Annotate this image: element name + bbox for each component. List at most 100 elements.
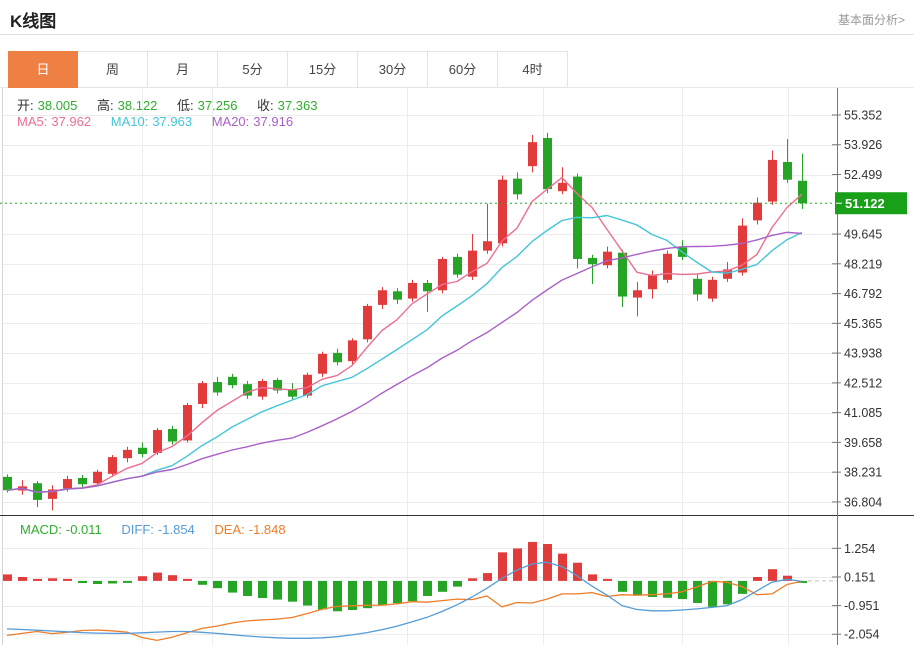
candle[interactable] (348, 340, 357, 361)
ma20-value: 37.916 (253, 114, 293, 129)
page-title: K线图 (10, 7, 56, 32)
candle[interactable] (78, 478, 87, 484)
candle[interactable] (513, 179, 522, 195)
candle[interactable] (63, 479, 72, 488)
axis-tick-label: 0.151 (844, 570, 875, 584)
tab-60min[interactable]: 60分 (428, 51, 498, 88)
axis-tick-label: 42.512 (844, 376, 882, 390)
candle[interactable] (123, 450, 132, 458)
macd-bar (588, 574, 597, 580)
axis-tick-label: 49.645 (844, 228, 882, 242)
macd-bar (33, 579, 42, 581)
macd-bar (663, 581, 672, 598)
candle[interactable] (3, 477, 12, 490)
macd-bar (303, 581, 312, 606)
candle[interactable] (783, 162, 792, 180)
fundamental-analysis-link[interactable]: 基本面分析> (838, 11, 905, 28)
tab-30min[interactable]: 30分 (358, 51, 428, 88)
candle[interactable] (453, 257, 462, 275)
macd-bar (363, 581, 372, 608)
candle[interactable] (588, 258, 597, 264)
axis-tick-label: 46.792 (844, 287, 882, 301)
candle[interactable] (363, 306, 372, 339)
macd-bar (63, 579, 72, 581)
candle[interactable] (408, 283, 417, 299)
macd-bar (723, 581, 732, 604)
axis-tick-label: 1.254 (844, 542, 875, 556)
candle[interactable] (558, 183, 567, 191)
candle[interactable] (483, 241, 492, 250)
axis-tick-label: 38.231 (844, 466, 882, 480)
macd-bar (318, 581, 327, 610)
close-label: 收: (257, 98, 274, 113)
axis-tick-label: 43.938 (844, 347, 882, 361)
tab-15min[interactable]: 15分 (288, 51, 358, 88)
candle[interactable] (798, 181, 807, 203)
axis-tick-label: 45.365 (844, 317, 882, 331)
candle[interactable] (378, 290, 387, 305)
macd-bar (633, 581, 642, 595)
axis-tick-label: 55.352 (844, 109, 882, 123)
candle[interactable] (333, 353, 342, 362)
candle[interactable] (93, 472, 102, 483)
macd-bar (438, 581, 447, 592)
ma-legend: MA5:37.962 MA10:37.963 MA20:37.916 (17, 114, 297, 129)
candle[interactable] (648, 275, 657, 290)
tab-week[interactable]: 周 (78, 51, 148, 88)
diff-value: -1.854 (158, 522, 195, 537)
candle[interactable] (228, 377, 237, 385)
macd-bar (48, 578, 57, 581)
candle[interactable] (138, 448, 147, 454)
axis-tick-label: 52.499 (844, 168, 882, 182)
candle[interactable] (198, 383, 207, 404)
candle[interactable] (153, 430, 162, 453)
macd-bar (153, 573, 162, 581)
macd-bar (18, 577, 27, 581)
macd-bar (78, 581, 87, 583)
candle[interactable] (393, 291, 402, 299)
macd-bar (258, 581, 267, 598)
dea-label: DEA: (214, 522, 244, 537)
kline-chart-area[interactable]: 55.35253.92652.49949.64548.21946.79245.3… (0, 88, 914, 645)
candle[interactable] (753, 203, 762, 221)
candle[interactable] (498, 180, 507, 244)
macd-bar (693, 581, 702, 603)
axis-tick-label: 36.804 (844, 495, 882, 509)
macd-legend: MACD:-0.011 DIFF:-1.854 DEA:-1.848 (20, 522, 290, 537)
axis-tick-label: -2.054 (844, 628, 879, 642)
macd-bar (768, 569, 777, 581)
macd-bar (108, 581, 117, 584)
high-label: 高: (97, 98, 114, 113)
low-value: 37.256 (198, 98, 238, 113)
ma10-label: MA10: (111, 114, 149, 129)
candle[interactable] (543, 138, 552, 189)
tab-month[interactable]: 月 (148, 51, 218, 88)
candle[interactable] (213, 382, 222, 392)
tab-5min[interactable]: 5分 (218, 51, 288, 88)
macd-bar (468, 578, 477, 581)
macd-bar (423, 581, 432, 596)
high-value: 38.122 (118, 98, 158, 113)
page-header: K线图 基本面分析> (0, 0, 914, 35)
candle[interactable] (693, 279, 702, 295)
candle[interactable] (618, 253, 627, 297)
kline-chart-canvas[interactable]: 55.35253.92652.49949.64548.21946.79245.3… (0, 88, 914, 645)
tab-day[interactable]: 日 (8, 51, 78, 88)
macd-bar (198, 581, 207, 585)
candle[interactable] (288, 389, 297, 396)
candle[interactable] (168, 429, 177, 442)
candle[interactable] (708, 280, 717, 299)
candle[interactable] (528, 142, 537, 166)
candle[interactable] (423, 283, 432, 291)
tab-4hour[interactable]: 4时 (498, 51, 568, 88)
macd-bar (168, 575, 177, 581)
candle[interactable] (108, 457, 117, 474)
low-label: 低: (177, 98, 194, 113)
close-value: 37.363 (278, 98, 318, 113)
candle[interactable] (318, 354, 327, 374)
diff-label: DIFF: (121, 522, 154, 537)
candle[interactable] (768, 160, 777, 202)
candle[interactable] (663, 254, 672, 280)
candle[interactable] (633, 290, 642, 297)
candle[interactable] (603, 252, 612, 266)
